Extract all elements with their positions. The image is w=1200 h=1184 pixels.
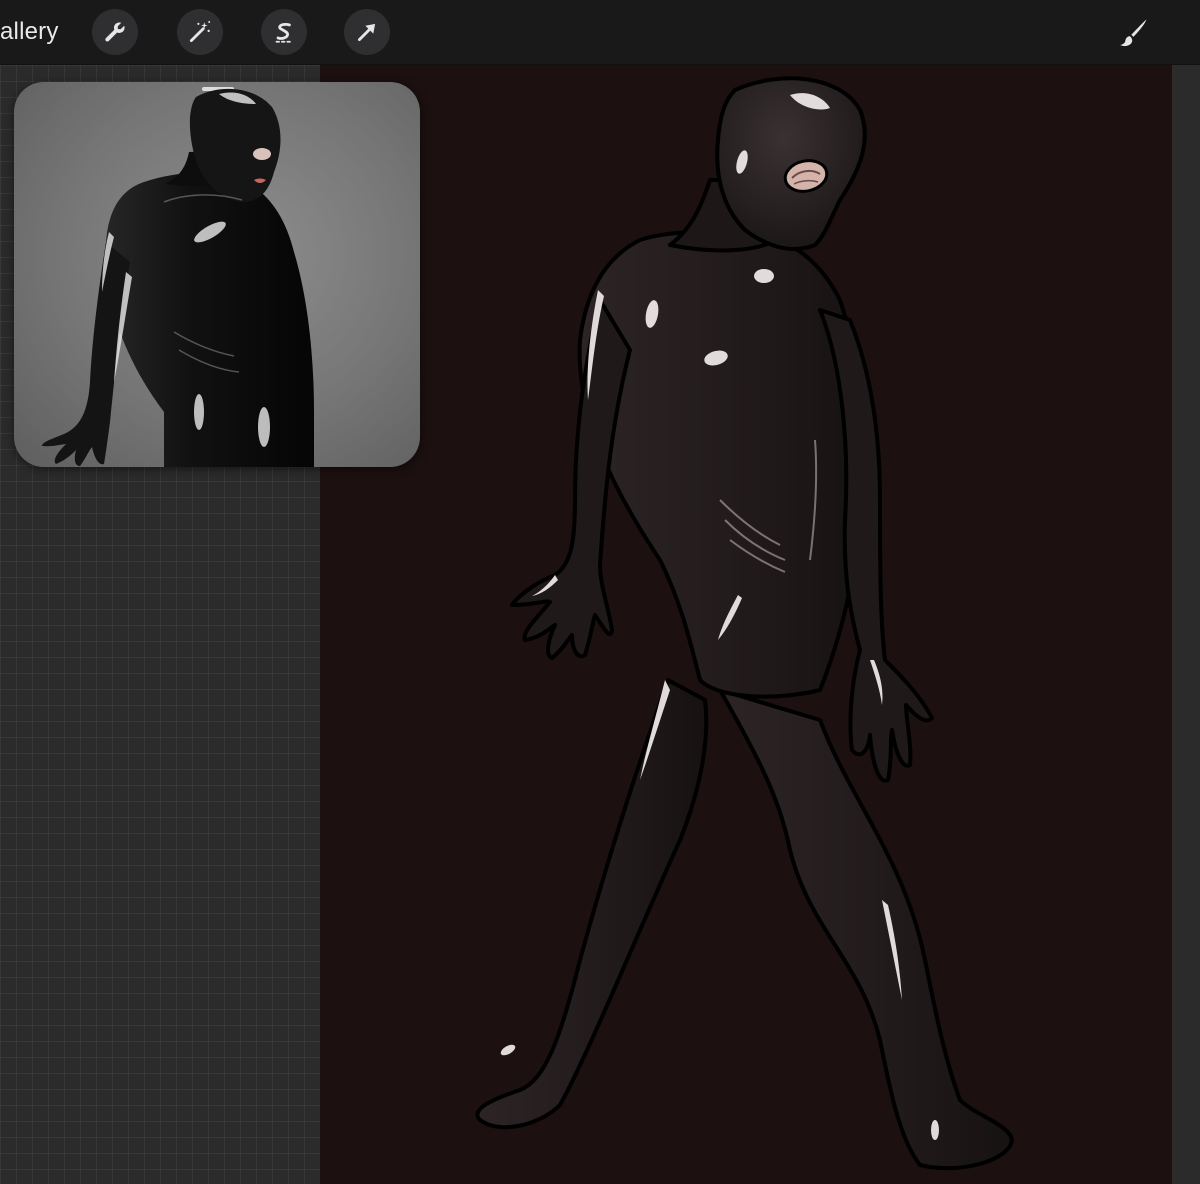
drawing-canvas[interactable]	[320, 65, 1172, 1184]
selection-s-icon	[275, 22, 293, 43]
transform-button[interactable]	[344, 9, 390, 55]
selection-button[interactable]	[261, 9, 307, 55]
wrench-icon	[105, 22, 125, 42]
reference-window[interactable]	[14, 82, 420, 467]
adjustments-button[interactable]	[177, 9, 223, 55]
actions-button[interactable]	[92, 9, 138, 55]
latex-figure-illustration	[475, 76, 1014, 1171]
reference-photo-latex-figure	[42, 88, 314, 467]
magic-wand-icon	[189, 21, 211, 43]
top-toolbar: allery	[0, 0, 1200, 65]
gallery-button[interactable]: allery	[0, 14, 59, 50]
right-sidebar-gutter	[1172, 65, 1200, 1184]
brush-icon	[1120, 19, 1147, 47]
brush-button[interactable]	[1110, 10, 1156, 56]
arrow-cursor-icon	[358, 23, 376, 41]
